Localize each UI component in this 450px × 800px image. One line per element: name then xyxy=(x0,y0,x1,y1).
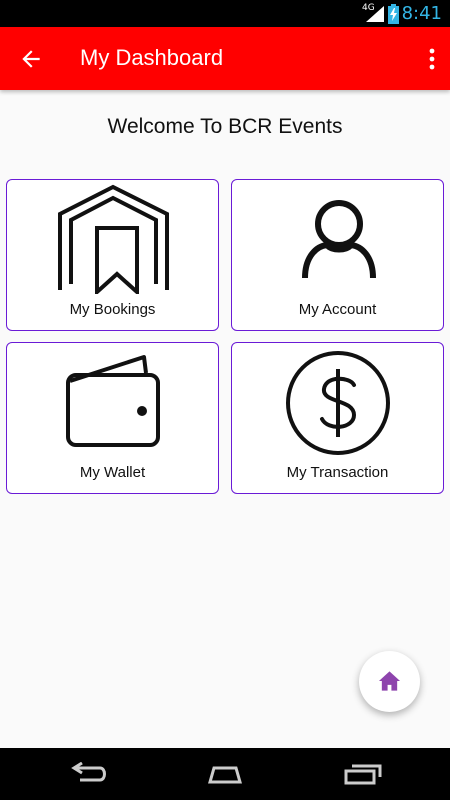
home-fab-button[interactable] xyxy=(359,651,420,712)
card-label: My Account xyxy=(298,301,377,318)
arrow-back-icon[interactable] xyxy=(18,46,44,72)
back-nav-icon[interactable] xyxy=(66,762,108,786)
card-label: My Wallet xyxy=(79,464,146,481)
wallet-icon xyxy=(66,355,160,447)
person-icon xyxy=(302,200,376,279)
battery-charging-icon xyxy=(388,4,399,24)
home-icon xyxy=(378,671,401,691)
signal-icon xyxy=(366,6,384,22)
status-bar: 4G 8:41 xyxy=(0,0,450,27)
dollar-circle-icon xyxy=(286,351,390,455)
page-title: My Dashboard xyxy=(80,45,224,70)
my-bookings-card[interactable]: My Bookings xyxy=(6,179,219,331)
system-nav-bar xyxy=(0,748,450,800)
my-wallet-card[interactable]: My Wallet xyxy=(6,342,219,494)
recents-nav-icon[interactable] xyxy=(342,762,384,786)
my-transaction-card[interactable]: My Transaction xyxy=(231,342,444,494)
more-vert-icon[interactable] xyxy=(428,47,436,71)
app-bar: My Dashboard xyxy=(0,27,450,90)
card-label: My Transaction xyxy=(286,464,389,481)
house-bookmark-icon xyxy=(58,184,169,294)
card-label: My Bookings xyxy=(69,301,156,318)
my-account-card[interactable]: My Account xyxy=(231,179,444,331)
clock: 8:41 xyxy=(401,3,442,24)
home-nav-icon[interactable] xyxy=(204,762,246,786)
welcome-heading: Welcome To BCR Events xyxy=(107,115,343,138)
